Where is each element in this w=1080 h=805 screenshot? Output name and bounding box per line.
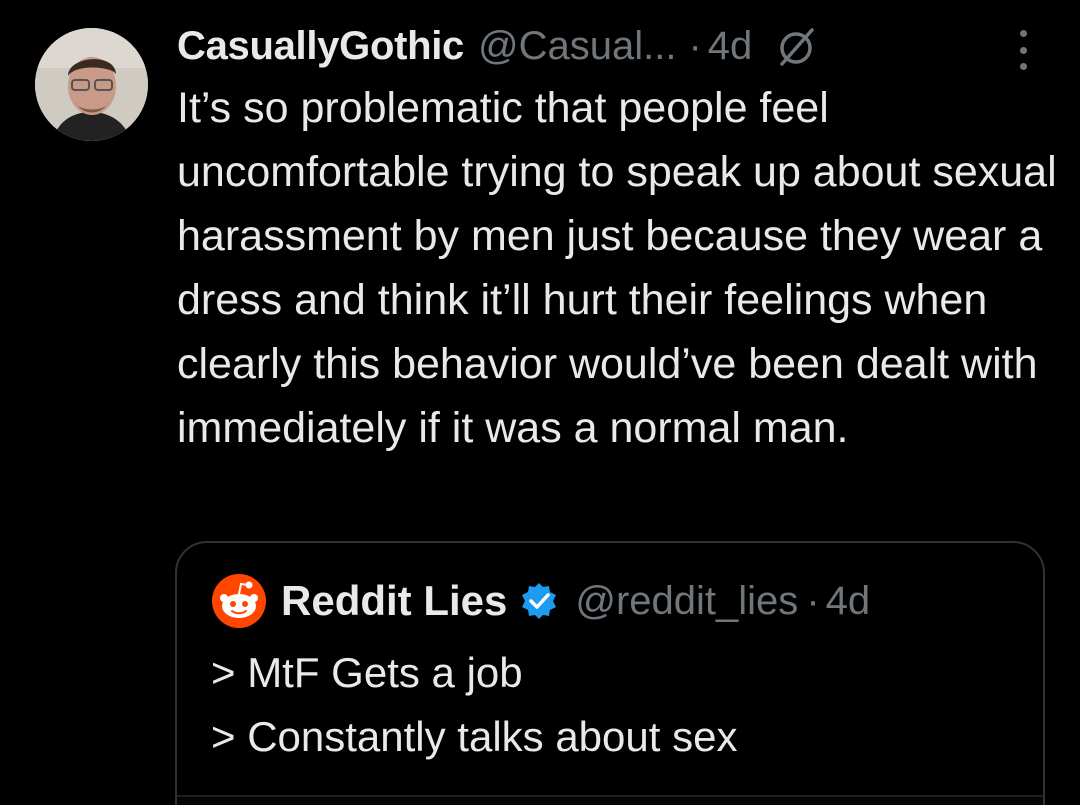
quote-author-display-name[interactable]: Reddit Lies [281,577,507,625]
quote-header: Reddit Lies @reddit_lies · 4d [211,573,871,629]
quote-tweet-card[interactable]: Reddit Lies @reddit_lies · 4d > MtF Gets… [175,541,1045,805]
more-dot [1019,30,1027,37]
no-replies-icon [774,24,818,68]
tweet-header: CasuallyGothic @Casual... · 4d [177,18,818,74]
more-vertical-icon[interactable] [1010,30,1036,70]
quote-timestamp[interactable]: 4d [826,579,871,624]
quote-media-preview[interactable] [177,795,1043,805]
header-separator: · [688,23,702,68]
verified-badge-icon [519,581,559,621]
quote-text: > MtF Gets a job > Constantly talks abou… [211,641,1011,769]
tweet[interactable]: CasuallyGothic @Casual... · 4d It’s so p… [0,0,1080,805]
quote-author-handle[interactable]: @reddit_lies [575,579,798,624]
avatar-image [35,28,148,141]
avatar[interactable] [35,28,148,141]
more-dot [1019,63,1027,70]
tweet-timestamp[interactable]: 4d [708,24,753,69]
more-dot [1019,46,1027,54]
reddit-logo-icon[interactable] [211,573,267,629]
author-display-name[interactable]: CasuallyGothic [177,24,464,69]
tweet-text: It’s so problematic that people feel unc… [177,84,1057,452]
quote-text-line: > Constantly talks about sex [211,713,738,760]
quote-text-line: > MtF Gets a job [211,649,523,696]
author-handle[interactable]: @Casual... [478,24,676,69]
quote-header-separator: · [806,578,820,623]
